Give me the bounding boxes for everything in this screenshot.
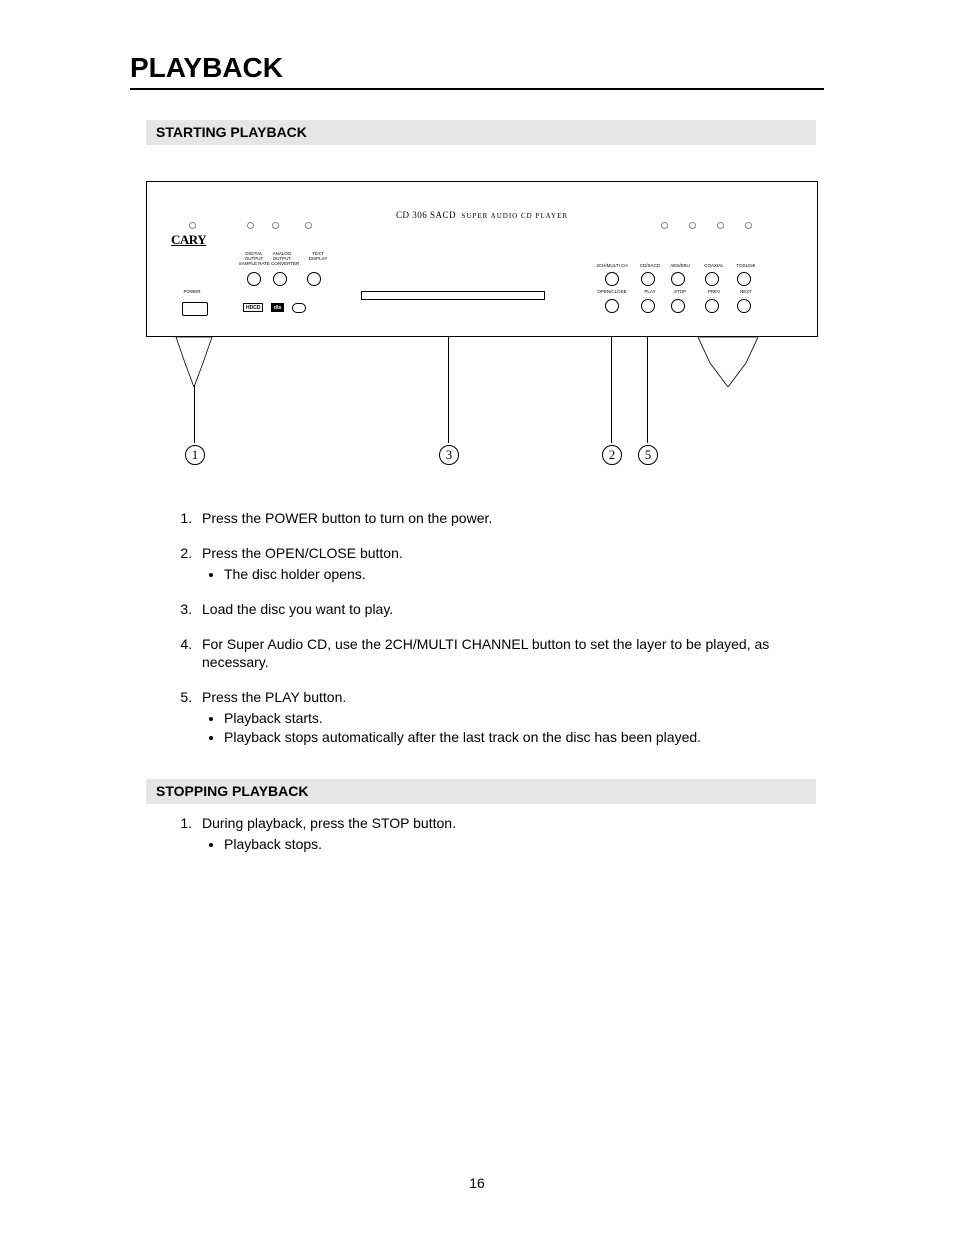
stop-button[interactable] [671,299,685,313]
callout-line-3 [448,337,449,443]
disc-slot [361,291,545,300]
format-logos: HDCD dts [243,299,306,317]
step-text: Load the disc you want to play. [202,601,393,617]
step-3: Load the disc you want to play. [196,600,816,619]
screw-icon [272,222,279,229]
label-stop: STOP [665,290,695,295]
open-close-button[interactable] [605,299,619,313]
section-heading-stopping: STOPPING PLAYBACK [146,779,816,804]
step-bullet: Playback stops. [224,835,816,854]
label-2ch-multi: 2CH/MULTI CH [592,264,632,269]
screw-icon [247,222,254,229]
cd-sacd-button[interactable] [641,272,655,286]
screw-icon [717,222,724,229]
steps-stopping: During playback, press the STOP button. … [146,814,816,854]
label-coaxial: COAXIAL [699,264,729,269]
multich-button[interactable] [605,272,619,286]
digital-output-button[interactable] [247,272,261,286]
toslink-button[interactable] [737,272,751,286]
model-number: CD 306 SACD [396,210,456,220]
label-aes-ebu: AES/EBU [665,264,695,269]
callout-arrow-1 [174,337,214,387]
screw-icon [661,222,668,229]
stop-step-1: During playback, press the STOP button. … [196,814,816,854]
label-open-close: OPEN/CLOSE [592,290,632,295]
step-bullet: The disc holder opens. [224,565,816,584]
label-toslink: TOSLINK [731,264,761,269]
step-bullet: Playback stops automatically after the l… [224,728,816,747]
label-sample-rate: SAMPLE RATE CONVERTER [233,262,305,267]
model-label: CD 306 SACD SUPER AUDIO CD PLAYER [147,210,817,220]
aes-ebu-button[interactable] [671,272,685,286]
step-1: Press the POWER button to turn on the po… [196,509,816,528]
step-5: Press the PLAY button. Playback starts. … [196,688,816,747]
title-rule [130,88,824,90]
analog-output-button[interactable] [273,272,287,286]
model-sub: SUPER AUDIO CD PLAYER [462,212,569,220]
step-2: Press the OPEN/CLOSE button. The disc ho… [196,544,816,584]
text-display-button[interactable] [307,272,321,286]
front-panel: CD 306 SACD SUPER AUDIO CD PLAYER CARY D… [146,181,818,337]
step-text: Press the POWER button to turn on the po… [202,510,492,526]
steps-starting: Press the POWER button to turn on the po… [146,509,816,747]
page-number: 16 [0,1175,954,1191]
label-play: PLAY [635,290,665,295]
callout-num-1: 1 [185,445,205,465]
step-text: For Super Audio CD, use the 2CH/MULTI CH… [202,636,769,671]
section-heading-starting: STARTING PLAYBACK [146,120,816,145]
callout-arrow-right [698,337,758,387]
screw-icon [745,222,752,229]
sacd-logo-icon [292,303,306,313]
diagram-callouts: 1 3 2 5 [146,337,818,467]
step-bullet: Playback starts. [224,709,816,728]
callout-line-2 [611,337,612,443]
label-cd-sacd: CD/SACD [635,264,665,269]
hdcd-logo-icon: HDCD [243,303,263,312]
callout-num-5: 5 [638,445,658,465]
screw-icon [305,222,312,229]
label-prev: PREV [699,290,729,295]
step-4: For Super Audio CD, use the 2CH/MULTI CH… [196,635,816,673]
screw-icon [189,222,196,229]
front-panel-diagram: CD 306 SACD SUPER AUDIO CD PLAYER CARY D… [146,181,820,467]
callout-num-2: 2 [602,445,622,465]
play-button[interactable] [641,299,655,313]
label-power: POWER [177,290,207,295]
step-text: Press the PLAY button. [202,689,346,705]
brand-logo: CARY [171,232,206,248]
callout-line-5 [647,337,648,443]
screw-icon [689,222,696,229]
step-text: During playback, press the STOP button. [202,815,456,831]
next-button[interactable] [737,299,751,313]
coaxial-button[interactable] [705,272,719,286]
label-text-display: TEXTDISPLAY [303,252,333,262]
dts-logo-icon: dts [271,303,285,312]
power-button[interactable] [182,302,208,316]
callout-line-1 [194,385,195,443]
step-text: Press the OPEN/CLOSE button. [202,545,403,561]
prev-button[interactable] [705,299,719,313]
callout-num-3: 3 [439,445,459,465]
label-next: NEXT [731,290,761,295]
page-title: PLAYBACK [130,52,824,84]
